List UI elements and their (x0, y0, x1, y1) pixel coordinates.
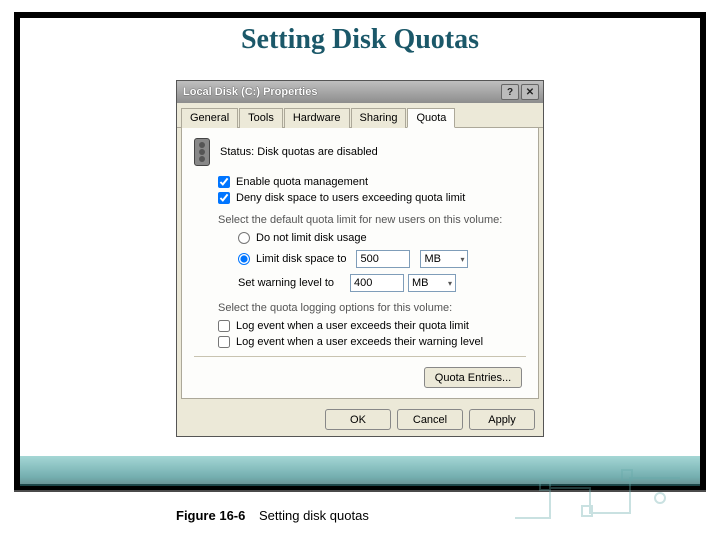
tab-quota[interactable]: Quota (407, 108, 455, 128)
warning-unit-select[interactable]: MB ▾ (408, 274, 456, 292)
deny-space-label: Deny disk space to users exceeding quota… (236, 192, 465, 204)
tab-tools[interactable]: Tools (239, 108, 283, 128)
traffic-light-icon (194, 138, 210, 166)
tab-strip: General Tools Hardware Sharing Quota (177, 103, 543, 128)
limit-value-input[interactable] (356, 250, 410, 268)
logging-label: Select the quota logging options for thi… (218, 302, 526, 314)
chevron-down-icon: ▾ (460, 255, 464, 264)
limit-unit-value: MB (424, 253, 441, 265)
close-button[interactable]: ✕ (521, 84, 539, 100)
log-quota-checkbox[interactable] (218, 320, 230, 332)
figure-caption: Figure 16-6 Setting disk quotas (176, 508, 369, 523)
limit-radio[interactable] (238, 253, 250, 265)
limit-unit-select[interactable]: MB ▾ (420, 250, 468, 268)
warning-label: Set warning level to (238, 277, 346, 289)
no-limit-radio[interactable] (238, 232, 250, 244)
quota-entries-button[interactable]: Quota Entries... (424, 367, 522, 388)
status-text: Status: Disk quotas are disabled (220, 146, 378, 158)
log-quota-label: Log event when a user exceeds their quot… (236, 320, 469, 332)
enable-quota-label: Enable quota management (236, 176, 368, 188)
tab-sharing[interactable]: Sharing (351, 108, 407, 128)
warning-value-input[interactable] (350, 274, 404, 292)
close-icon: ✕ (526, 87, 534, 98)
log-warning-checkbox[interactable] (218, 336, 230, 348)
slide-title: Setting Disk Quotas (20, 18, 700, 60)
warning-unit-value: MB (412, 277, 429, 289)
deny-space-checkbox[interactable] (218, 192, 230, 204)
dialog-button-row: OK Cancel Apply (177, 403, 543, 436)
titlebar[interactable]: Local Disk (C:) Properties ? ✕ (177, 81, 543, 103)
figure-number: Figure 16-6 (176, 508, 245, 523)
window-title: Local Disk (C:) Properties (183, 86, 499, 98)
limit-label: Limit disk space to (256, 253, 346, 265)
quota-pane: Status: Disk quotas are disabled Enable … (181, 128, 539, 399)
log-warning-label: Log event when a user exceeds their warn… (236, 336, 483, 348)
help-icon: ? (507, 87, 513, 98)
tab-hardware[interactable]: Hardware (284, 108, 350, 128)
cancel-button[interactable]: Cancel (397, 409, 463, 430)
properties-dialog: Local Disk (C:) Properties ? ✕ General T… (176, 80, 544, 437)
default-limit-label: Select the default quota limit for new u… (218, 214, 526, 226)
chevron-down-icon: ▾ (448, 279, 452, 288)
figure-text: Setting disk quotas (259, 508, 369, 523)
enable-quota-checkbox[interactable] (218, 176, 230, 188)
ok-button[interactable]: OK (325, 409, 391, 430)
tab-general[interactable]: General (181, 108, 238, 128)
no-limit-label: Do not limit disk usage (256, 232, 367, 244)
separator (194, 356, 526, 357)
help-button[interactable]: ? (501, 84, 519, 100)
apply-button[interactable]: Apply (469, 409, 535, 430)
circuit-art (510, 468, 690, 528)
